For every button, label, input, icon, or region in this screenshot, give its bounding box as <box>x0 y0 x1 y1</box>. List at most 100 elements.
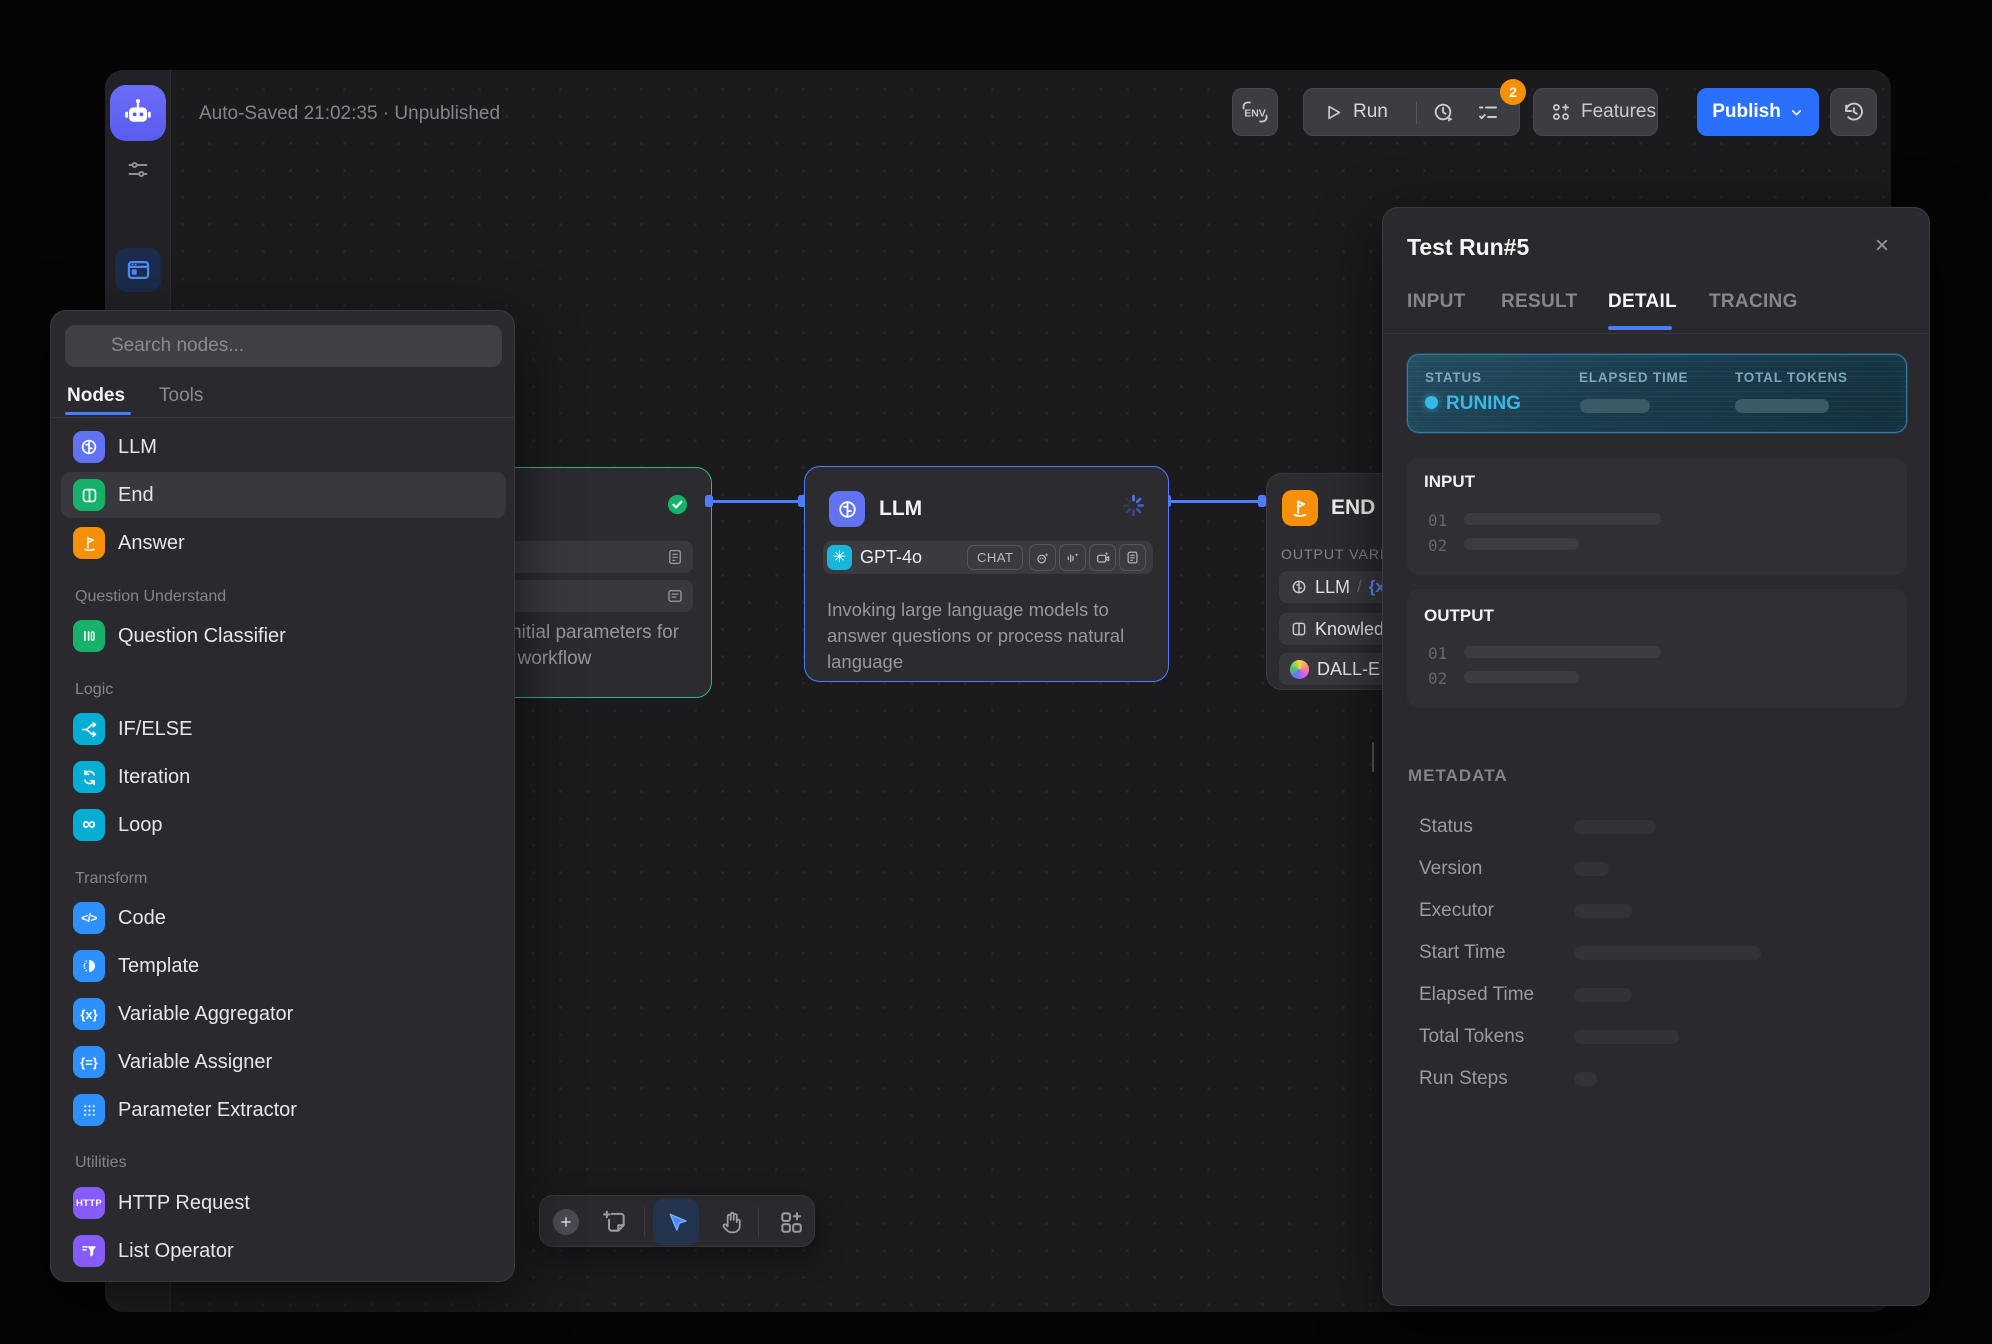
input-card-title: INPUT <box>1424 472 1475 492</box>
document-capability-icon <box>1119 544 1146 571</box>
organize-blocks-button[interactable] <box>778 1209 804 1235</box>
note-icon <box>602 1209 628 1235</box>
row-number: 02 <box>1428 669 1447 688</box>
tab-nodes[interactable]: Nodes <box>67 385 125 407</box>
node-item-end[interactable]: End <box>61 472 506 518</box>
app-logo-robot-icon[interactable] <box>110 85 166 141</box>
model-selector[interactable]: ✳ GPT-4o CHAT <box>823 541 1153 574</box>
run-button-group: Run <box>1303 88 1520 136</box>
hand-tool-button[interactable] <box>719 1209 745 1235</box>
audio-capability-icon <box>1059 544 1086 571</box>
status-card: STATUS ELAPSED TIME TOTAL TOKENS RUNING <box>1407 354 1907 433</box>
run-history-clock-icon[interactable] <box>1432 101 1456 125</box>
row-number: 02 <box>1428 536 1447 555</box>
tab-tracing[interactable]: TRACING <box>1709 291 1798 313</box>
canvas-toolbar <box>539 1195 815 1247</box>
run-button[interactable]: Run <box>1304 101 1388 123</box>
node-item-if-else[interactable]: IF/ELSE <box>61 706 506 752</box>
search-input[interactable] <box>65 325 502 367</box>
workflow-settings-icon[interactable] <box>126 158 150 182</box>
node-item-label: Iteration <box>118 766 190 789</box>
node-item-parameter-extractor[interactable]: Parameter Extractor <box>61 1087 506 1133</box>
divider <box>758 1207 759 1237</box>
tab-detail-active[interactable]: DETAIL <box>1608 291 1677 313</box>
tab-tools[interactable]: Tools <box>159 385 203 407</box>
node-item-code[interactable]: </> Code <box>61 895 506 941</box>
row-number: 01 <box>1428 644 1447 663</box>
node-item-label: Variable Assigner <box>118 1051 272 1074</box>
node-item-iteration[interactable]: Iteration <box>61 754 506 800</box>
node-item-label: Variable Aggregator <box>118 1003 293 1026</box>
node-item-label: Question Classifier <box>118 625 286 648</box>
tab-result[interactable]: RESULT <box>1501 291 1577 313</box>
total-tokens-label: TOTAL TOKENS <box>1735 370 1848 385</box>
parameter-extractor-icon <box>73 1094 105 1126</box>
node-item-variable-assigner[interactable]: {=} Variable Assigner <box>61 1039 506 1085</box>
node-item-question-classifier[interactable]: Question Classifier <box>61 613 506 659</box>
node-item-answer[interactable]: Answer <box>61 520 506 566</box>
features-icon <box>1550 101 1572 123</box>
openai-icon: ✳ <box>827 545 852 570</box>
success-check-icon <box>666 493 689 516</box>
pointer-tool-button-active[interactable] <box>653 1199 699 1245</box>
test-run-panel: Test Run#5 × INPUT RESULT DETAIL TRACING… <box>1382 207 1930 1306</box>
node-palette-panel: Nodes Tools LLM End Answer Question Unde… <box>50 310 515 1282</box>
input-card: INPUT 01 02 <box>1407 458 1907 575</box>
node-item-template[interactable]: Template <box>61 943 506 989</box>
tab-input[interactable]: INPUT <box>1407 291 1466 313</box>
output-card: OUTPUT 01 02 <box>1407 589 1907 708</box>
running-spinner-icon <box>1121 493 1146 518</box>
input-port[interactable] <box>1258 495 1266 507</box>
run-label: Run <box>1353 101 1388 123</box>
separator: / <box>1357 577 1362 597</box>
node-item-label: Code <box>118 907 166 930</box>
status-label: STATUS <box>1425 370 1482 385</box>
node-item-http-request[interactable]: HTTP HTTP Request <box>61 1180 506 1226</box>
metadata-label: Elapsed Time <box>1419 984 1534 1006</box>
node-item-label: HTTP Request <box>118 1192 250 1215</box>
preview-window-icon[interactable] <box>115 248 161 292</box>
divider <box>1383 333 1929 334</box>
end-node-title: END <box>1331 496 1375 520</box>
edge-llm-to-end <box>1169 500 1267 503</box>
publish-button[interactable]: Publish <box>1697 88 1819 136</box>
http-request-icon: HTTP <box>73 1187 105 1219</box>
node-item-variable-aggregator[interactable]: {x} Variable Aggregator <box>61 991 506 1037</box>
output-port[interactable] <box>705 495 713 507</box>
loop-infinity-icon: ∞ <box>73 809 105 841</box>
model-name: GPT-4o <box>860 547 922 568</box>
close-icon[interactable]: × <box>1875 232 1889 260</box>
node-item-llm[interactable]: LLM <box>61 424 506 470</box>
llm-node[interactable]: LLM ✳ GPT-4o CHAT <box>804 466 1169 682</box>
node-section-label: Utilities <box>75 1154 127 1172</box>
llm-node-title: LLM <box>879 497 922 521</box>
node-item-loop[interactable]: ∞ Loop <box>61 802 506 848</box>
skeleton-bar <box>1464 646 1661 658</box>
add-note-button[interactable] <box>602 1209 628 1235</box>
version-history-button[interactable] <box>1830 88 1877 136</box>
env-icon: ENV <box>1240 99 1270 125</box>
node-item-label: LLM <box>118 436 157 459</box>
checklist-icon[interactable] <box>1476 101 1500 125</box>
history-icon <box>1842 100 1866 124</box>
metadata-label: Executor <box>1419 900 1494 922</box>
skeleton-bar <box>1464 671 1579 683</box>
node-item-label: Template <box>118 955 199 978</box>
features-button[interactable]: Features <box>1533 88 1658 136</box>
skeleton-bar <box>1574 1030 1679 1044</box>
features-label: Features <box>1581 101 1656 123</box>
elapsed-time-label: ELAPSED TIME <box>1579 370 1688 385</box>
add-node-button[interactable] <box>553 1209 579 1235</box>
vision-capability-icon <box>1029 544 1056 571</box>
plus-icon <box>559 1215 573 1229</box>
output-card-title: OUTPUT <box>1424 606 1494 626</box>
cursor-icon <box>665 1211 688 1234</box>
divider <box>644 1207 645 1237</box>
node-item-list-operator[interactable]: List Operator <box>61 1228 506 1274</box>
node-item-label: End <box>118 484 154 507</box>
env-button[interactable]: ENV <box>1232 88 1278 136</box>
panel-title: Test Run#5 <box>1407 234 1529 261</box>
llm-brain-icon <box>73 431 105 463</box>
template-icon <box>73 950 105 982</box>
skeleton-bar <box>1464 538 1579 550</box>
